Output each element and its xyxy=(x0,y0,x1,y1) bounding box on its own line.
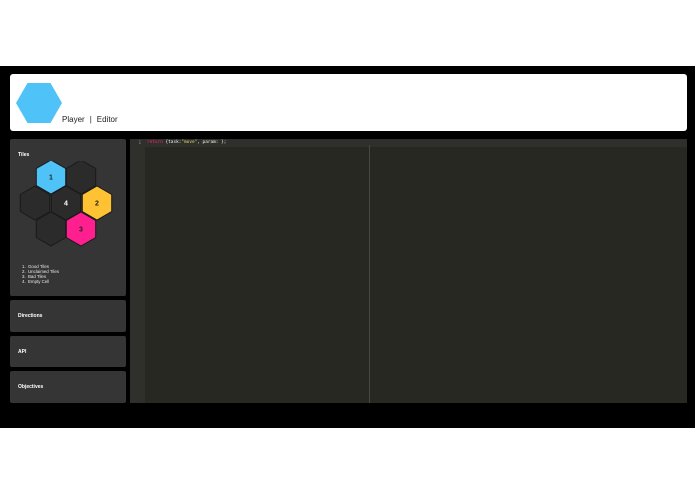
code-text: {task: xyxy=(162,140,182,145)
editor-gutter xyxy=(130,139,145,403)
objectives-panel[interactable]: Objectives xyxy=(10,371,126,403)
tile-label: 1 xyxy=(49,175,53,182)
directions-panel[interactable]: Directions xyxy=(10,300,126,332)
app-frame: Player | Editor Tiles 1 4 2 3 1. Good Tiles 2.… xyxy=(0,66,695,428)
code-line[interactable]: return {task:"move", param: }; xyxy=(147,140,226,145)
api-panel[interactable]: API xyxy=(10,336,126,367)
directions-title: Directions xyxy=(18,313,43,319)
api-title: API xyxy=(18,349,27,355)
print-margin xyxy=(369,145,370,403)
nav-player-link[interactable]: Player xyxy=(62,115,85,124)
line-number: 1 xyxy=(138,140,141,145)
tile-label: 4 xyxy=(64,201,68,208)
code-text: }; xyxy=(221,140,227,145)
hexagon-logo-icon[interactable] xyxy=(16,83,62,123)
code-keyword: return xyxy=(147,140,163,145)
tiles-title: Tiles xyxy=(18,152,30,158)
legend-item: 4. Empty Cell xyxy=(22,279,50,284)
code-editor[interactable]: 1 return {task:"move", param: }; xyxy=(130,139,687,403)
header-bar: Player | Editor xyxy=(10,74,687,131)
tile-label: 2 xyxy=(95,201,99,208)
tile-label: 3 xyxy=(79,227,83,234)
nav-separator: | xyxy=(89,115,92,124)
tiles-panel: Tiles 1 4 2 3 1. Good Tiles 2. Unclaimed Tile… xyxy=(10,139,126,296)
nav-editor-link[interactable]: Editor xyxy=(97,115,118,124)
code-string: "move" xyxy=(181,140,198,145)
code-text: , param: xyxy=(197,140,222,145)
objectives-title: Objectives xyxy=(18,384,44,390)
tiles-diagram: 1 4 2 3 xyxy=(19,161,113,247)
main-nav: Player | Editor xyxy=(62,115,118,124)
tiles-legend: 1. Good Tiles 2. Unclaimed Tiles 3. Bad Til… xyxy=(22,264,59,284)
